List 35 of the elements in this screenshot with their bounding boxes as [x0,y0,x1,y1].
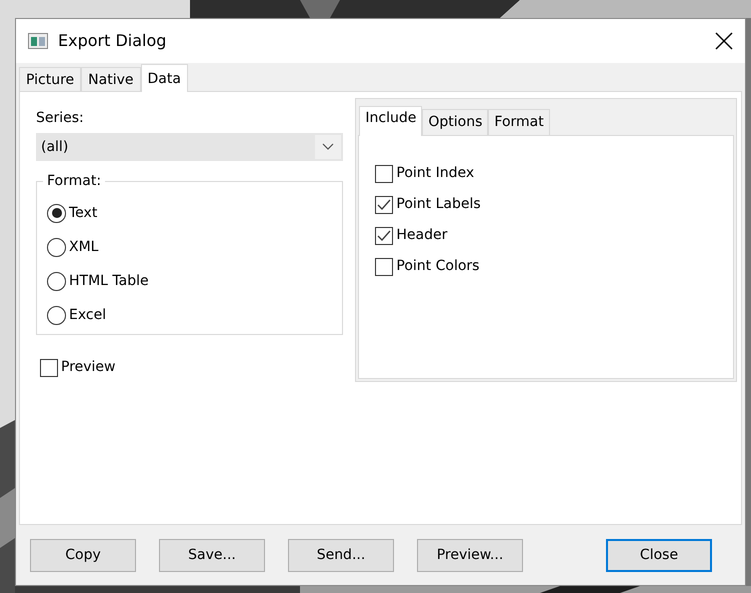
checkbox-label: Point Labels [396,195,481,214]
checkbox-label: Header [396,226,448,245]
dialog-button[interactable]: Close [606,538,712,572]
tab[interactable]: Data [140,64,188,92]
radio-label: Excel [69,306,106,324]
radio-button[interactable] [47,238,66,256]
checkbox[interactable] [375,196,394,214]
radio-label: Text [69,204,98,222]
window-title: Export Dialog [58,30,168,52]
checkbox-label: Preview [61,358,116,377]
radio-label: HTML Table [69,272,149,290]
tab[interactable]: Options [422,109,488,135]
tab[interactable]: Picture [19,67,82,91]
checkbox[interactable] [40,358,58,376]
dialog-button[interactable]: Send... [288,538,394,572]
series-dropdown[interactable]: (all) [36,133,344,161]
checkbox[interactable] [375,164,394,182]
radio-button[interactable] [47,204,66,222]
chevron-down-icon [322,143,334,151]
tab[interactable]: Format [488,109,550,135]
checkbox-label: Point Colors [396,257,480,276]
checkbox[interactable] [375,258,394,276]
radio-button[interactable] [47,306,66,324]
checkbox[interactable] [375,226,394,244]
close-icon[interactable] [713,30,735,52]
dialog-button[interactable]: Copy [30,538,136,572]
dialog-button[interactable]: Save... [159,538,265,572]
dialog-button[interactable]: Preview... [417,538,523,572]
tab[interactable]: Include [359,106,422,136]
radio-label: XML [69,238,98,256]
app-icon [28,33,48,49]
series-label: Series: [36,109,85,128]
radio-button[interactable] [47,272,66,290]
checkbox-label: Point Index [396,164,474,183]
tab[interactable]: Native [81,67,140,91]
